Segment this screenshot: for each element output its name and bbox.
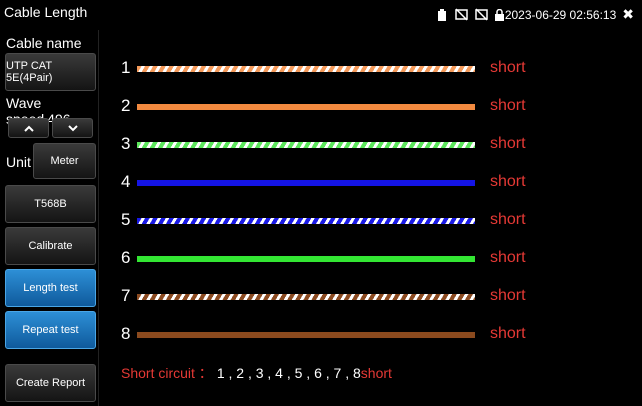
wire-bar bbox=[137, 180, 475, 186]
pair-row: 3 short bbox=[100, 134, 642, 156]
pair-result: short bbox=[490, 287, 526, 304]
no-signal-icon bbox=[455, 8, 469, 22]
battery-icon bbox=[435, 8, 449, 22]
chevron-up-icon bbox=[23, 121, 34, 135]
pair-result: short bbox=[490, 97, 526, 114]
wire-bar bbox=[137, 294, 475, 300]
pair-row: 2 short bbox=[100, 96, 642, 118]
no-signal-icon bbox=[475, 8, 489, 22]
wire-bar bbox=[137, 332, 475, 338]
pair-result: short bbox=[490, 325, 526, 342]
datetime: 2023-06-29 02:56:13 bbox=[504, 7, 617, 22]
pair-number: 7 bbox=[121, 286, 131, 305]
summary-label: Short circuit ： bbox=[121, 365, 213, 381]
pair-result: short bbox=[490, 59, 526, 76]
pair-row: 8 short bbox=[100, 324, 642, 346]
pair-result: short bbox=[490, 173, 526, 190]
standard-button[interactable]: T568B bbox=[5, 185, 96, 223]
pair-number: 2 bbox=[121, 96, 131, 115]
summary-pairs: 1 , 2 , 3 , 4 , 5 , 6 , 7 , 8 bbox=[216, 365, 361, 381]
pair-number: 4 bbox=[121, 172, 131, 191]
wire-bar bbox=[137, 142, 475, 148]
sidebar: Cable name UTP CAT 5E(4Pair) Wave speed4… bbox=[0, 30, 99, 406]
calibrate-button[interactable]: Calibrate bbox=[5, 227, 96, 265]
close-icon[interactable]: ✖ bbox=[622, 6, 634, 23]
pair-number: 6 bbox=[121, 248, 131, 267]
wire-bar bbox=[137, 256, 475, 262]
pair-row: 4 short bbox=[100, 172, 642, 194]
status-bar: 2023-06-29 02:56:13 ✖ bbox=[435, 6, 634, 23]
window-title: Cable Length bbox=[4, 4, 88, 20]
chevron-down-icon bbox=[67, 121, 78, 135]
pair-row: 1 short bbox=[100, 58, 642, 80]
pair-result: short bbox=[490, 135, 526, 152]
pair-row: 7 short bbox=[100, 286, 642, 308]
pair-row: 5 short bbox=[100, 210, 642, 232]
lock-icon bbox=[494, 8, 504, 22]
pair-result: short bbox=[490, 249, 526, 266]
summary-line: Short circuit ： 1 , 2 , 3 , 4 , 5 , 6 , 7… bbox=[121, 363, 392, 383]
pair-number: 5 bbox=[121, 210, 131, 229]
pair-row: 6 short bbox=[100, 248, 642, 270]
summary-result: short bbox=[360, 365, 392, 381]
wire-map-panel: 1 short 2 short 3 short 4 short 5 short 6 short 7 sho… bbox=[100, 30, 642, 406]
cable-name-label: Cable name bbox=[6, 35, 82, 51]
create-report-button[interactable]: Create Report bbox=[5, 364, 96, 402]
unit-label: Unit bbox=[6, 154, 31, 170]
wire-bar bbox=[137, 66, 475, 72]
pair-result: short bbox=[490, 211, 526, 228]
wave-speed-up-button[interactable] bbox=[8, 118, 49, 138]
wave-speed-down-button[interactable] bbox=[52, 118, 93, 138]
wire-bar bbox=[137, 104, 475, 110]
wire-bar bbox=[137, 218, 475, 224]
unit-button[interactable]: Meter bbox=[33, 143, 96, 179]
cable-name-button[interactable]: UTP CAT 5E(4Pair) bbox=[5, 53, 96, 91]
pair-number: 1 bbox=[121, 58, 131, 77]
pair-number: 3 bbox=[121, 134, 131, 153]
length-test-button[interactable]: Length test bbox=[5, 269, 96, 307]
title-bar: Cable Length 2023-06-29 02:56:13 ✖ bbox=[0, 0, 642, 30]
repeat-test-button[interactable]: Repeat test bbox=[5, 311, 96, 349]
pair-number: 8 bbox=[121, 324, 131, 343]
